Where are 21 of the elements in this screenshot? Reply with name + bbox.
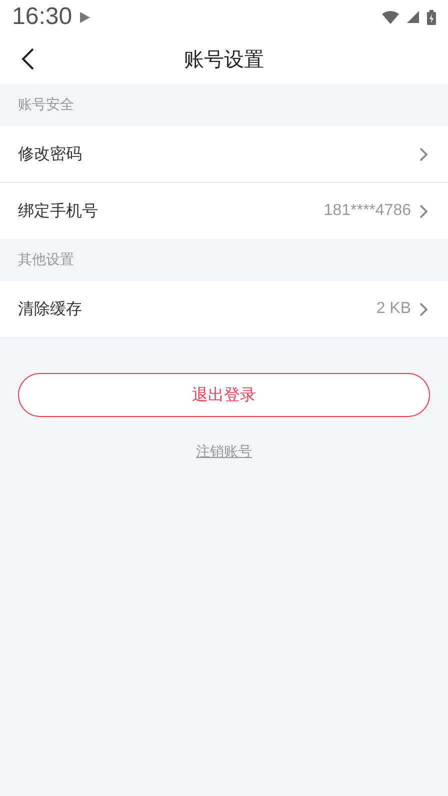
settings-row[interactable]: 绑定手机号 181****4786 [0,182,448,239]
back-icon[interactable] [21,47,35,71]
wifi-icon [382,10,399,24]
signal-icon [407,11,419,23]
section-title: 其他设置 [17,251,75,270]
settings-row[interactable]: 清除缓存 2 KB [0,281,448,337]
row-label: 绑定手机号 [18,200,99,222]
page-title: 账号设置 [184,46,264,72]
chevron-right-icon [419,204,428,218]
chevron-right-icon [419,146,428,162]
row-value: 181****4786 [324,202,411,220]
row-value: 2 KB [376,300,411,318]
settings-row[interactable]: 修改密码 [0,126,448,182]
status-time: 16:30 [12,3,72,31]
play-icon [80,12,90,22]
chevron-right-icon [419,302,428,316]
logout-button[interactable]: 退出登录 [18,373,430,417]
section-title: 账号安全 [17,96,75,115]
row-label: 修改密码 [18,144,83,164]
battery-icon [427,10,436,24]
row-label: 清除缓存 [18,298,83,320]
